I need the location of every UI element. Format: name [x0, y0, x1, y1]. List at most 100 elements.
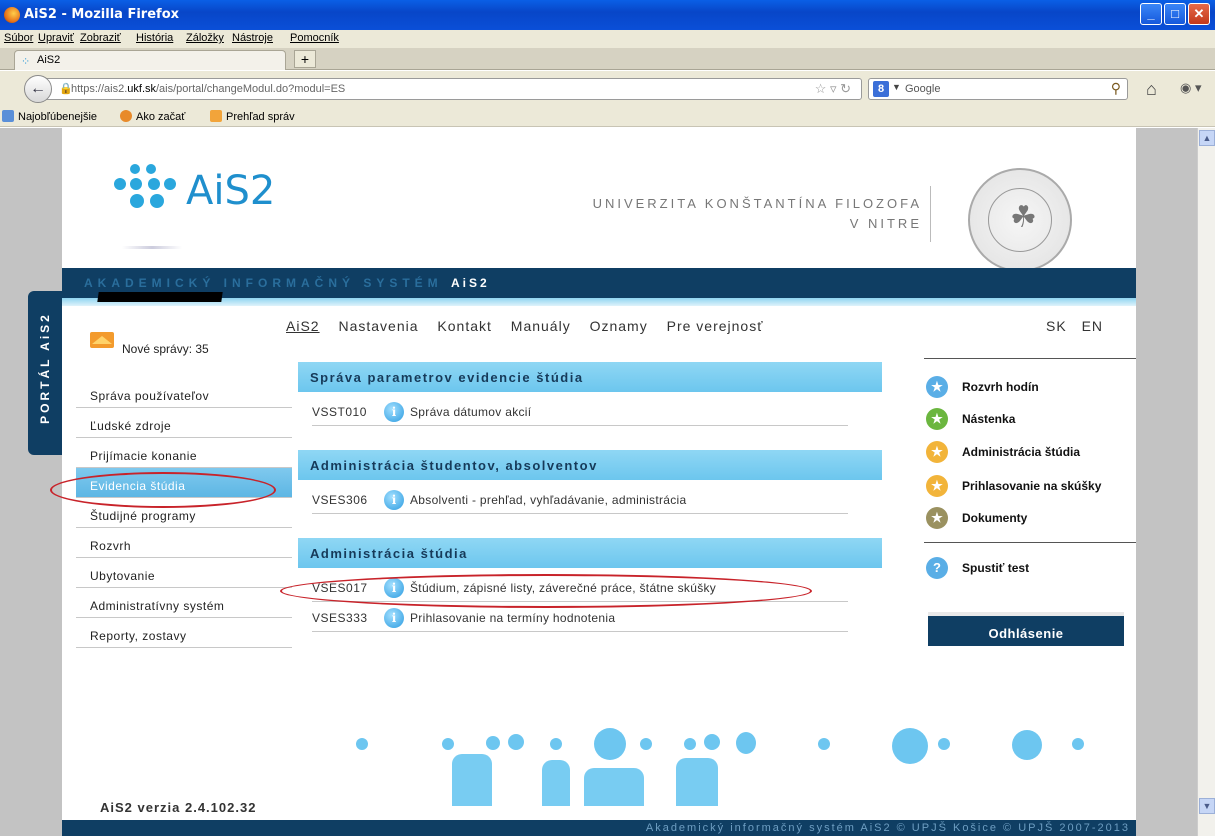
- lang-en[interactable]: EN: [1082, 318, 1103, 334]
- menu-item-user-management[interactable]: Správa používateľov: [76, 378, 292, 408]
- url-path: /ais/portal/changeModul.do?modul=ES: [156, 83, 346, 95]
- scroll-down-icon[interactable]: ▼: [1199, 798, 1215, 814]
- logo-underline: [122, 246, 182, 249]
- university-line1: UNIVERZITA KONŠTANTÍNA FILOZOFA: [592, 196, 922, 211]
- ais2-favicon-icon: ⁘: [21, 56, 31, 68]
- portal-tab-label: PORTÁL AiS2: [38, 312, 52, 424]
- system-name-bar: AKADEMICKÝ INFORMAČNÝ SYSTÉM AiS2: [62, 268, 1136, 298]
- star-icon: ★: [926, 376, 948, 398]
- nav-settings[interactable]: Nastavenia: [338, 318, 418, 334]
- page-viewport: PORTÁL AiS2 AiS2 UNIVERZITA KONŠTANTÍNA …: [0, 128, 1197, 836]
- google-icon: 8: [873, 81, 889, 97]
- menu-item-reports[interactable]: Reporty, zostavy: [76, 618, 292, 648]
- header-light-band: [62, 298, 1136, 306]
- bookmark-label: Prehľad správ: [226, 111, 295, 123]
- star-icon: ★: [926, 441, 948, 463]
- menu-item-accommodation[interactable]: Ubytovanie: [76, 558, 292, 588]
- vertical-scrollbar[interactable]: ▲ ▼: [1197, 128, 1215, 836]
- lock-icon: 🔒: [59, 83, 73, 95]
- link-label: Rozvrh hodín: [962, 380, 1039, 394]
- app-code: VSES333: [312, 611, 368, 625]
- app-name[interactable]: Prihlasovanie na termíny hodnotenia: [410, 611, 615, 625]
- menu-help[interactable]: Pomocník: [290, 32, 339, 44]
- firefox-icon: [4, 7, 20, 23]
- star-icon: ★: [926, 408, 948, 430]
- app-row[interactable]: VSES333 i Prihlasovanie na termíny hodno…: [312, 604, 848, 632]
- decorative-people-graphic: [322, 726, 1102, 806]
- section-header: Správa parametrov evidencie štúdia: [298, 362, 882, 392]
- nav-manuals[interactable]: Manuály: [511, 318, 571, 334]
- app-name[interactable]: Absolventi - prehľad, vyhľadávanie, admi…: [410, 493, 687, 507]
- search-placeholder: Google: [905, 83, 941, 95]
- addon-icon[interactable]: ◉ ▾: [1180, 80, 1201, 96]
- portal-side-tab[interactable]: PORTÁL AiS2: [28, 291, 62, 455]
- app-row[interactable]: VSES306 i Absolventi - prehľad, vyhľadáv…: [312, 486, 848, 514]
- info-icon[interactable]: i: [384, 402, 404, 422]
- new-messages-link[interactable]: Nové správy: 35: [122, 342, 209, 356]
- menu-history[interactable]: História: [136, 32, 173, 44]
- menu-item-human-resources[interactable]: Ľudské zdroje: [76, 408, 292, 438]
- university-line2: V NITRE: [849, 216, 922, 231]
- menu-edit[interactable]: Upraviť: [38, 32, 74, 44]
- app-name[interactable]: Správa dátumov akcií: [410, 405, 531, 419]
- navigation-bar: 🔒 https://ais2.ukf.sk/ais/portal/changeM…: [0, 71, 1215, 107]
- app-row[interactable]: VSST010 i Správa dátumov akcií: [312, 398, 848, 426]
- bookmark-getting-started[interactable]: Ako začať: [120, 110, 185, 123]
- redacted-username: [97, 292, 223, 302]
- bookmarks-bar: Najobľúbenejšie Ako začať Prehľad správ: [0, 107, 1215, 127]
- tab-ais2[interactable]: ⁘ AiS2: [14, 50, 286, 70]
- close-button[interactable]: ✕: [1188, 3, 1210, 25]
- right-divider: [924, 542, 1136, 543]
- menu-item-admissions[interactable]: Prijímacie konanie: [76, 438, 292, 468]
- search-icon[interactable]: ⚲: [1111, 80, 1121, 97]
- star-icon: ★: [926, 507, 948, 529]
- menu-view[interactable]: Zobraziť: [80, 32, 121, 44]
- rss-icon: [210, 110, 222, 122]
- app-code: VSST010: [312, 405, 367, 419]
- address-bar[interactable]: 🔒 https://ais2.ukf.sk/ais/portal/changeM…: [40, 78, 862, 100]
- menu-tools[interactable]: Nástroje: [232, 32, 273, 44]
- mail-icon[interactable]: [90, 328, 114, 348]
- home-icon[interactable]: ⌂: [1146, 79, 1157, 100]
- header-divider: [930, 186, 931, 242]
- system-name-text: AKADEMICKÝ INFORMAČNÝ SYSTÉM: [84, 276, 443, 290]
- maximize-button[interactable]: □: [1164, 3, 1186, 25]
- search-engine-dropdown-icon[interactable]: ▼: [892, 82, 901, 92]
- search-box[interactable]: 8 ▼ Google ⚲: [868, 78, 1128, 100]
- menu-bookmarks[interactable]: Záložky: [186, 32, 224, 44]
- system-name-ais2: AiS2: [451, 276, 490, 290]
- url-prefix: https://ais2.: [71, 83, 128, 95]
- menu-file[interactable]: Súbor: [4, 32, 33, 44]
- scroll-up-icon[interactable]: ▲: [1199, 130, 1215, 146]
- menu-bar: Súbor Upraviť Zobraziť História Záložky …: [0, 30, 1215, 48]
- app-code: VSES306: [312, 493, 368, 507]
- ais2-logo-icon: [110, 164, 178, 216]
- back-button[interactable]: ←: [24, 75, 52, 103]
- nav-announcements[interactable]: Oznamy: [590, 318, 648, 334]
- tab-bar: ⁘ AiS2 +: [0, 48, 1215, 70]
- right-divider: [924, 358, 1136, 359]
- bookmark-label: Ako začať: [136, 111, 186, 123]
- menu-item-administrative-system[interactable]: Administratívny systém: [76, 588, 292, 618]
- ais2-page: AiS2 UNIVERZITA KONŠTANTÍNA FILOZOFA V N…: [50, 128, 1136, 836]
- university-name: UNIVERZITA KONŠTANTÍNA FILOZOFA V NITRE: [492, 194, 922, 234]
- left-menu: Správa používateľov Ľudské zdroje Prijím…: [76, 378, 292, 648]
- lang-sk[interactable]: SK: [1046, 318, 1067, 334]
- menu-item-schedule[interactable]: Rozvrh: [76, 528, 292, 558]
- info-icon[interactable]: i: [384, 490, 404, 510]
- new-tab-button[interactable]: +: [294, 50, 316, 68]
- logout-button[interactable]: Odhlásenie: [928, 612, 1124, 646]
- bookmark-most-visited[interactable]: Najobľúbenejšie: [2, 110, 97, 123]
- bookmark-news[interactable]: Prehľad správ: [210, 110, 295, 123]
- star-icon: ★: [926, 475, 948, 497]
- star-reload-icons[interactable]: ☆ ▿ ↻: [815, 81, 851, 97]
- nav-public[interactable]: Pre verejnosť: [667, 318, 764, 334]
- minimize-button[interactable]: _: [1140, 3, 1162, 25]
- info-icon[interactable]: i: [384, 608, 404, 628]
- highlight-ellipse: [50, 472, 276, 508]
- url-host: ukf.sk: [127, 83, 156, 95]
- nav-contact[interactable]: Kontakt: [437, 318, 491, 334]
- link-label: Administrácia štúdia: [962, 445, 1081, 459]
- window-title: AiS2 - Mozilla Firefox: [24, 7, 180, 22]
- nav-ais2[interactable]: AiS2: [286, 318, 320, 334]
